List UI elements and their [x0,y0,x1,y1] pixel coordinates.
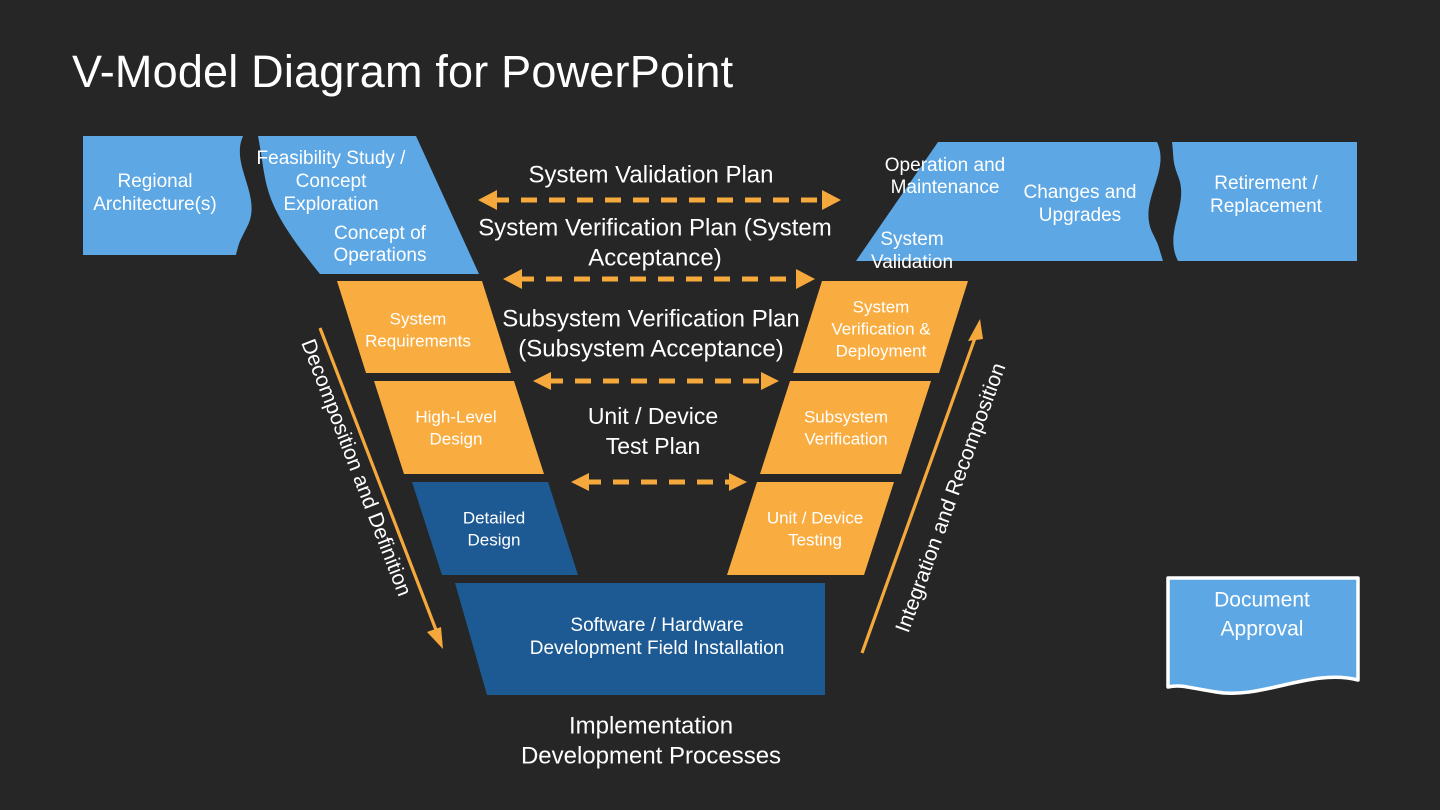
stage-system-requirements-line1: System [390,309,447,328]
bottom-caption-line2: Development Processes [521,742,781,769]
stage-retirement-replacement[interactable]: Retirement / Replacement [1172,142,1357,261]
stage-software-hardware-development[interactable]: Software / Hardware Development Field In… [455,583,825,695]
stage-retirement-line2: Replacement [1210,196,1323,217]
stage-system-verification-deployment[interactable]: System Verification & Deployment [793,281,968,373]
center-label-system-validation-plan: System Validation Plan [528,161,773,188]
stage-feasibility-concept-exploration[interactable]: Feasibility Study / Concept Exploration … [257,136,479,274]
center-label-unit-device-test-plan-line1: Unit / Device [588,403,718,429]
stage-system-verification-line2: Verification & [831,319,931,338]
stage-changes-upgrades-line1: Changes and [1023,182,1136,203]
center-label-unit-device-test-plan-line2: Test Plan [606,433,701,459]
stage-changes-upgrades-line2: Upgrades [1039,205,1121,226]
cross-arrow-unit-device-test [571,473,747,491]
stage-retirement-line1: Retirement / [1214,173,1318,194]
stage-regional-architecture-line2: Architecture(s) [93,194,217,215]
document-approval-line1: Document [1214,589,1310,612]
stage-detailed-design[interactable]: Detailed Design [412,482,578,575]
cross-arrow-system-validation [478,190,841,210]
stage-operation-maintenance-changes[interactable]: Operation and Maintenance Changes and Up… [856,142,1163,273]
document-approval-badge[interactable]: Document Approval [1166,576,1360,695]
stage-regional-architecture-line1: Regional [118,171,193,192]
bottom-caption-line1: Implementation [569,712,733,739]
stage-system-validation-line2: Validation [871,252,953,273]
cross-arrow-system-verification [503,269,815,289]
stage-system-verification-line1: System [853,297,910,316]
cross-arrow-subsystem-verification [533,372,779,390]
stage-unit-device-testing[interactable]: Unit / Device Testing [727,482,894,575]
stage-feasibility-line3: Exploration [283,194,378,215]
center-label-subsystem-verification-plan-line1: Subsystem Verification Plan [502,305,799,332]
v-model-diagram: Regional Architecture(s) Feasibility Stu… [83,136,1360,769]
stage-high-level-design-line1: High-Level [415,407,496,426]
stage-concept-of-operations-line2: Operations [334,245,427,266]
left-arm-label: Decomposition and Definition [296,336,415,599]
stage-operation-maintenance-line1: Operation and [885,155,1005,176]
stage-regional-architecture[interactable]: Regional Architecture(s) [83,136,252,255]
stage-high-level-design-line2: Design [430,429,483,448]
stage-unit-device-testing-line2: Testing [788,530,842,549]
document-approval-line2: Approval [1221,618,1304,641]
stage-subsystem-verification-line1: Subsystem [804,407,888,426]
center-label-subsystem-verification-plan-line2: (Subsystem Acceptance) [518,335,783,362]
stage-detailed-design-line1: Detailed [463,508,525,527]
center-label-system-verification-plan-line2: Acceptance) [588,244,721,271]
stage-subsystem-verification-line2: Verification [804,429,887,448]
stage-system-requirements-line2: Requirements [365,331,471,350]
stage-detailed-design-line2: Design [468,530,521,549]
stage-software-hardware-line2: Development Field Installation [530,638,785,659]
stage-system-verification-line3: Deployment [836,341,927,360]
center-label-system-verification-plan-line1: System Verification Plan (System [478,214,831,241]
stage-feasibility-line2: Concept [296,171,367,192]
stage-system-requirements[interactable]: System Requirements [337,281,511,373]
stage-system-validation-line1: System [880,229,943,250]
stage-concept-of-operations-line1: Concept of [334,223,427,244]
stage-subsystem-verification[interactable]: Subsystem Verification [760,381,931,474]
stage-unit-device-testing-line1: Unit / Device [767,508,863,527]
stage-high-level-design[interactable]: High-Level Design [374,381,544,474]
slide-canvas: V-Model Diagram for PowerPoint Regional … [0,0,1440,810]
stage-feasibility-line1: Feasibility Study / [257,148,407,169]
stage-software-hardware-line1: Software / Hardware [570,615,743,636]
stage-operation-maintenance-line2: Maintenance [891,177,1000,198]
